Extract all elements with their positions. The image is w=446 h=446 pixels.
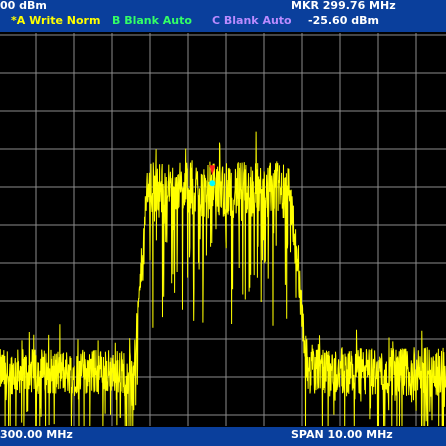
- trace-b-label[interactable]: B Blank Auto: [112, 15, 192, 26]
- spectrum-plot[interactable]: [0, 33, 446, 426]
- ref-level-readout: 00 dBm: [0, 0, 47, 12]
- header-bar: 00 dBm MKR 299.76 MHz *A Write Norm B Bl…: [0, 0, 446, 32]
- marker-frequency-readout: MKR 299.76 MHz: [291, 0, 396, 12]
- marker-readout-dot: [209, 180, 216, 187]
- span-readout: SPAN 10.00 MHz: [291, 428, 393, 441]
- trace-c-label[interactable]: C Blank Auto: [212, 15, 292, 26]
- marker-amplitude-readout: -25.60 dBm: [308, 14, 379, 27]
- trace-a-label[interactable]: *A Write Norm: [11, 15, 100, 26]
- center-frequency-readout: 300.00 MHz: [0, 428, 73, 441]
- footer-bar: 300.00 MHz SPAN 10.00 MHz: [0, 427, 446, 446]
